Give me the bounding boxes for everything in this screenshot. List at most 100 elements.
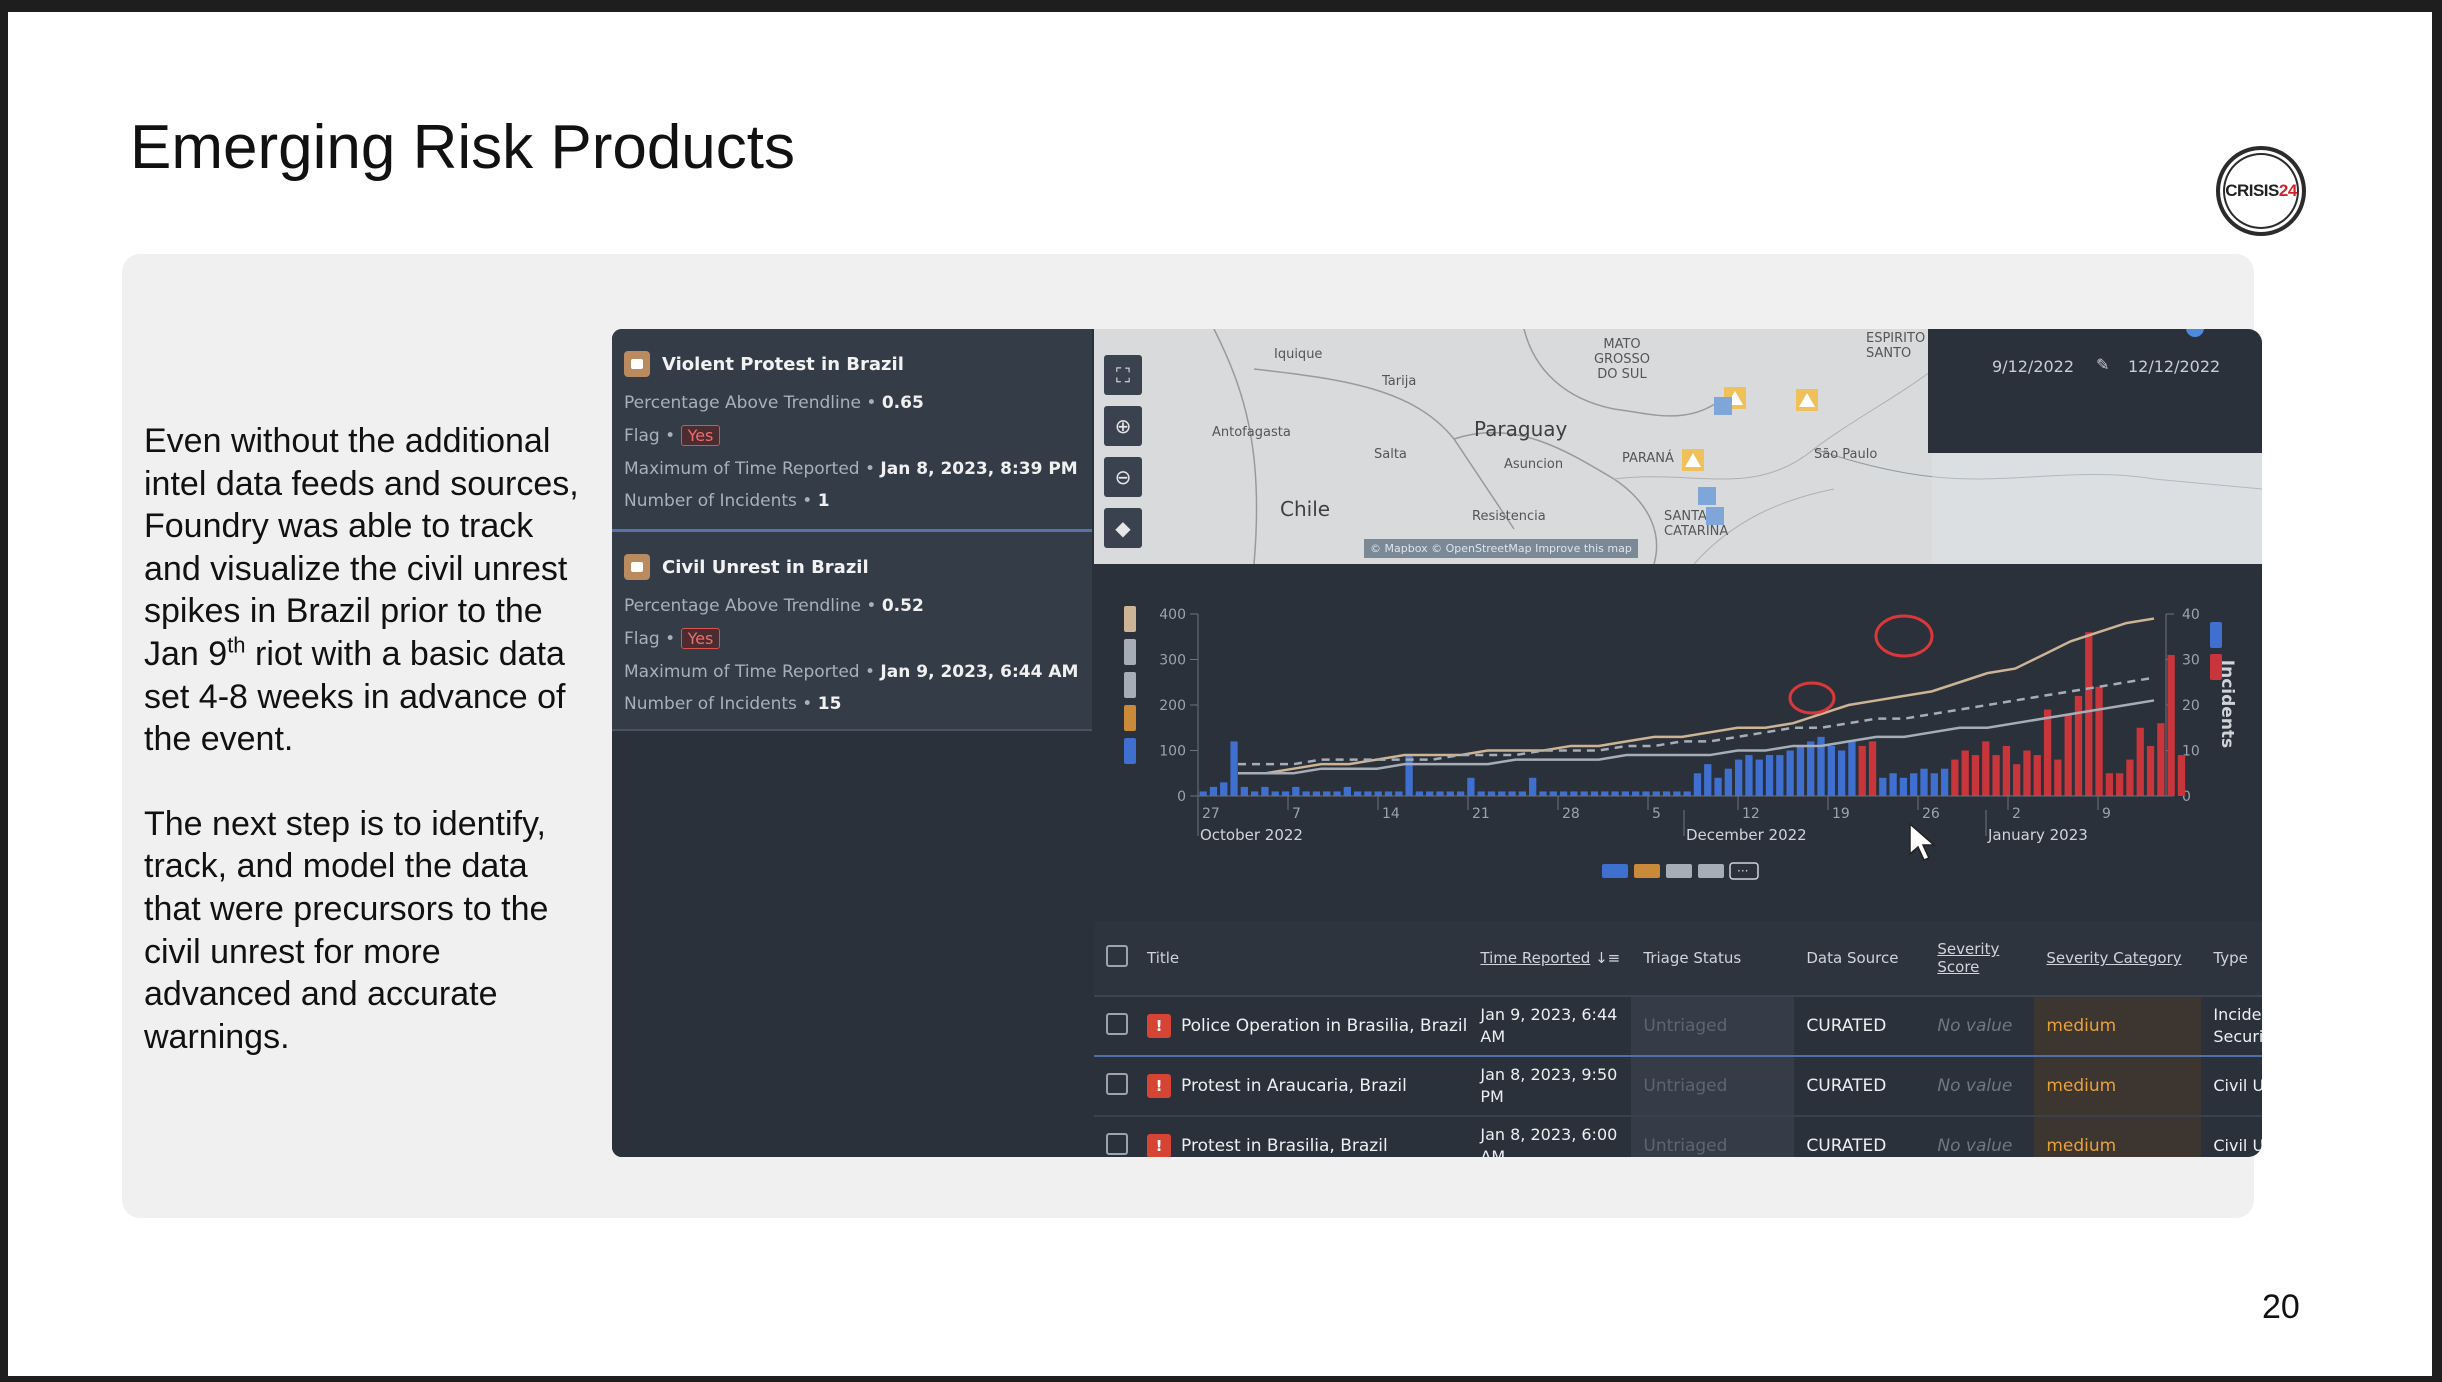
bar-blue [1343, 786, 1351, 796]
risk-cards-column: Violent Protest in Brazil Percentage Abo… [612, 329, 1092, 1157]
slider-handle[interactable] [2186, 329, 2204, 337]
bar-blue [1529, 777, 1537, 796]
edit-icon[interactable]: ✎ [2096, 355, 2109, 374]
warning-icon: ! [1147, 1134, 1171, 1157]
bar-blue [1415, 791, 1424, 796]
row-triage[interactable]: Untriaged [1631, 1116, 1795, 1157]
row-category: medium [2034, 1116, 2202, 1157]
row-type: Civil U [2201, 1056, 2262, 1117]
max-time-value: Jan 8, 2023, 8:39 PM [880, 459, 1078, 479]
row-category: medium [2034, 1056, 2202, 1117]
x-month-label: October 2022 [1200, 826, 1303, 844]
bar-blue [1807, 741, 1815, 796]
bar-blue [1570, 791, 1578, 796]
bar-blue [1426, 791, 1434, 796]
bar-blue [1199, 791, 1207, 796]
bar-blue [1910, 773, 1918, 796]
foundry-screenshot: Violent Protest in Brazil Percentage Abo… [612, 329, 2262, 1157]
table-row[interactable]: ! Police Operation in Brasilia, Brazil Ja… [1094, 996, 2262, 1057]
bar-blue [1611, 791, 1619, 796]
row-title[interactable]: ! Police Operation in Brasilia, Brazil [1135, 996, 1469, 1057]
table-row[interactable]: ! Protest in Araucaria, Brazil Jan 8, 202… [1094, 1056, 2262, 1117]
row-triage[interactable]: Untriaged [1631, 1056, 1795, 1117]
col-title[interactable]: Title [1135, 921, 1469, 997]
row-title[interactable]: ! Protest in Brasilia, Brazil [1135, 1116, 1469, 1157]
col-data-source[interactable]: Data Source [1794, 921, 1926, 997]
y-left-tick-label: 300 [1159, 653, 1186, 669]
bar-blue [1724, 768, 1732, 796]
col-severity-category-label: Severity Category [2046, 949, 2182, 967]
select-all-header[interactable] [1094, 921, 1135, 997]
bar-blue [1642, 791, 1650, 796]
bar-blue [1920, 768, 1928, 796]
card-type-icon [624, 554, 650, 580]
bar-blue [1549, 791, 1557, 796]
logo-main-text: CRISIS [2225, 181, 2279, 200]
flag-label: Flag [624, 629, 660, 649]
row-select[interactable] [1094, 1056, 1135, 1117]
col-severity-score[interactable]: Severity Score [1925, 921, 2035, 997]
bar-blue [1456, 791, 1465, 796]
col-triage-status[interactable]: Triage Status [1631, 921, 1795, 997]
slide: Emerging Risk Products CRISIS 24 Even wit… [8, 12, 2432, 1376]
flag-badge: Yes [680, 425, 721, 446]
bar-blue [1704, 764, 1712, 796]
table-row[interactable]: ! Protest in Brasilia, Brazil Jan 8, 2023… [1094, 1116, 2262, 1157]
risk-card-civil-unrest[interactable]: Civil Unrest in Brazil Percentage Above … [612, 532, 1092, 729]
row-checkbox[interactable] [1106, 1132, 1128, 1155]
col-time-reported[interactable]: Time Reported ↓≡ [1468, 921, 1632, 997]
logo-accent-text: 24 [2278, 181, 2297, 200]
bar-blue [1662, 791, 1671, 796]
legend-chip-blue [1602, 864, 1628, 878]
y-left-tick-label: 0 [1177, 789, 1186, 805]
bar-blue [1755, 759, 1763, 796]
bar-red [2013, 764, 2021, 796]
row-checkbox[interactable] [1106, 1012, 1128, 1035]
x-tick-label: 5 [1652, 806, 1661, 822]
annotation-circle [1788, 681, 1836, 715]
x-tick-label: 9 [2102, 806, 2111, 822]
row-select[interactable] [1094, 996, 1135, 1057]
row-time: Jan 8, 2023, 9:50 PM [1468, 1056, 1632, 1117]
paragraph-1: Even without the additional intel data f… [144, 420, 584, 761]
bar-blue [1220, 782, 1228, 796]
col-type[interactable]: Type [2201, 921, 2262, 997]
incident-marker-icon [1682, 449, 1704, 471]
row-title-text: Protest in Brasilia, Brazil [1181, 1136, 1388, 1156]
bar-blue [1405, 755, 1413, 796]
bar-red [2116, 773, 2124, 796]
date-range-slider[interactable]: 9/12/2022 ✎ 12/12/2022 [1928, 329, 2262, 453]
bar-blue [1714, 777, 1722, 796]
bar-red [2033, 755, 2041, 796]
row-title[interactable]: ! Protest in Araucaria, Brazil [1135, 1056, 1469, 1117]
y-left-tick-label: 400 [1159, 607, 1186, 623]
bar-blue [1786, 750, 1794, 796]
row-select[interactable] [1094, 1116, 1135, 1157]
bar-red [1858, 745, 1866, 796]
x-tick-label: 19 [1832, 806, 1850, 822]
row-score: No value [1925, 1116, 2035, 1157]
warning-icon: ! [1147, 1074, 1171, 1098]
row-triage[interactable]: Untriaged [1631, 996, 1795, 1057]
incidents-label: Number of Incidents [624, 694, 797, 714]
incidents-label: Number of Incidents [624, 491, 797, 511]
sort-desc-icon[interactable]: ↓≡ [1595, 949, 1620, 967]
row-score: No value [1925, 1056, 2035, 1117]
bar-blue [1374, 791, 1382, 796]
select-all-checkbox[interactable] [1106, 945, 1128, 967]
bar-blue [1776, 755, 1784, 796]
paragraph-2: The next step is to identify, track, and… [144, 804, 549, 1056]
bar-blue [1848, 741, 1856, 796]
bar-blue [1683, 791, 1691, 796]
col-severity-category[interactable]: Severity Category [2034, 921, 2202, 997]
series-line-gray [1238, 699, 2155, 775]
bar-blue [1559, 791, 1568, 796]
map-view[interactable]: ⛶ ⊕ ⊖ ◆ Iquique Antofagasta Tarija Salta… [1094, 329, 2262, 564]
bar-red [2167, 654, 2175, 796]
risk-card-violent-protest[interactable]: Violent Protest in Brazil Percentage Abo… [612, 329, 1092, 529]
map-attribution[interactable]: © Mapbox © OpenStreetMap Improve this ma… [1364, 539, 1638, 558]
row-checkbox[interactable] [1106, 1072, 1128, 1095]
bar-blue [1261, 786, 1269, 796]
bar-blue [1621, 791, 1630, 796]
legend-chip-orange [1634, 864, 1660, 878]
